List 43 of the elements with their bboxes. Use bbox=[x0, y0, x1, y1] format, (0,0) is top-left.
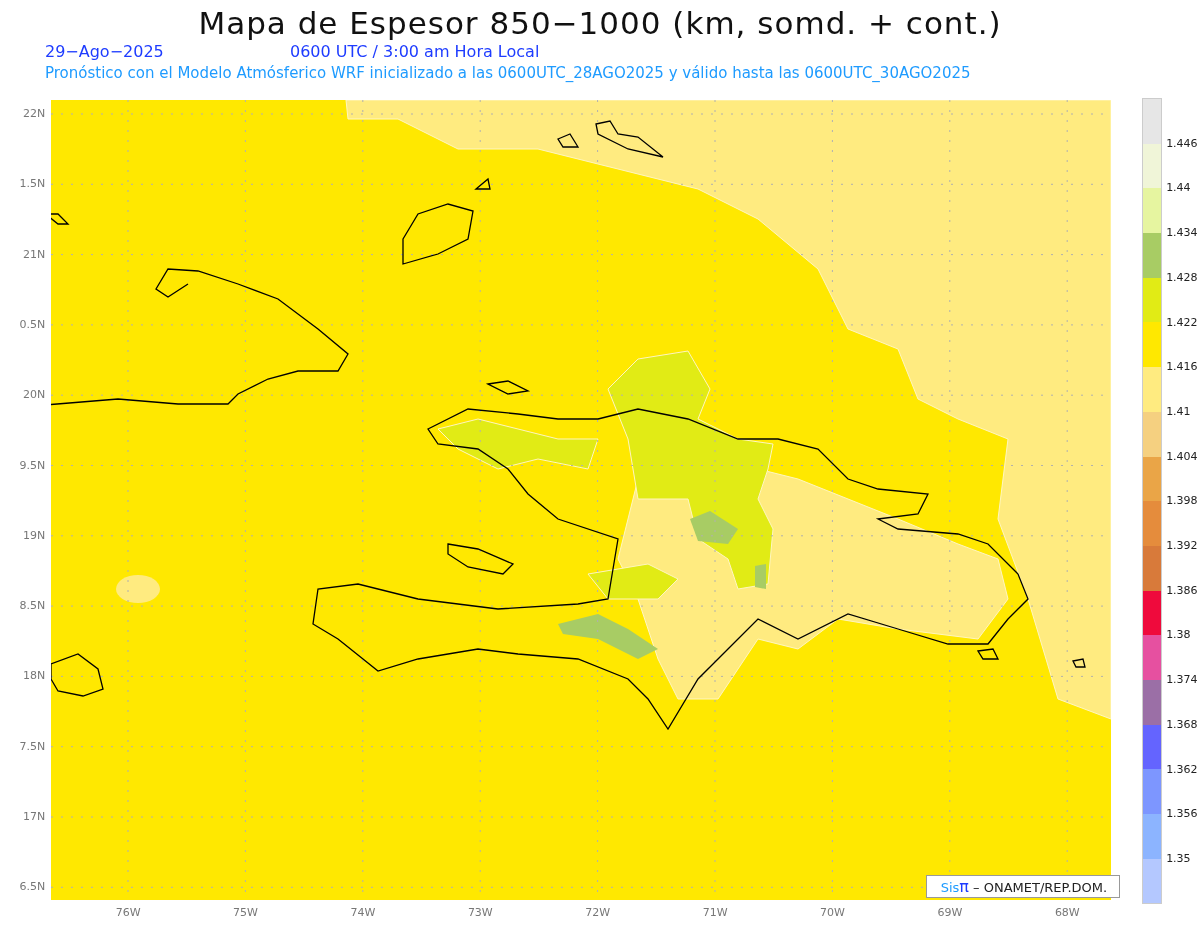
scale-label: 1.446 bbox=[1166, 136, 1198, 151]
scale-label: 1.368 bbox=[1166, 717, 1198, 732]
scale-label: 1.374 bbox=[1166, 673, 1198, 688]
longitude-label: 70W bbox=[819, 906, 846, 919]
longitude-label: 72W bbox=[584, 906, 612, 919]
latitude-label: 6.5N bbox=[19, 880, 46, 895]
latitude-label: 21N bbox=[22, 247, 46, 262]
latitude-label: 19N bbox=[22, 528, 46, 543]
map-title: Mapa de Espesor 850−1000 (km, somd. + cont.) bbox=[197, 4, 1003, 42]
scale-label: 1.38 bbox=[1166, 628, 1191, 643]
latitude-label: 22N bbox=[22, 107, 46, 121]
scale-label: 1.422 bbox=[1166, 315, 1198, 330]
longitude-label: 69W bbox=[936, 906, 964, 919]
scale-label: 1.362 bbox=[1166, 762, 1198, 777]
time-label: 0600 UTC / 3:00 am Hora Local bbox=[290, 42, 540, 62]
longitude-label: 76W bbox=[114, 906, 142, 919]
scale-label: 1.434 bbox=[1166, 226, 1198, 241]
longitude-label: 75W bbox=[232, 906, 259, 919]
credit-label: Sisπ – ONAMET/REP.DOM. bbox=[925, 875, 1121, 898]
scale-label: 1.44 bbox=[1166, 181, 1191, 196]
latitude-label: 9.5N bbox=[19, 458, 46, 473]
scale-label: 1.416 bbox=[1166, 360, 1198, 375]
scale-label: 1.428 bbox=[1166, 270, 1198, 285]
date-label: 29−Ago−2025 bbox=[45, 42, 165, 62]
scale-label: 1.386 bbox=[1166, 583, 1198, 598]
longitude-label: 71W bbox=[701, 906, 729, 919]
scale-label: 1.35 bbox=[1166, 851, 1191, 866]
latitude-label: 1.5N bbox=[19, 177, 46, 192]
latitude-label: 17N bbox=[22, 810, 46, 824]
latitude-label: 8.5N bbox=[19, 599, 46, 614]
forecast-description: Pronóstico con el Modelo Atmósferico WRF inicializado a las 0600UTC_28AGO2025 y válido hasta las 0600UTC_30AGO2025 bbox=[44, 63, 972, 84]
scale-label: 1.398 bbox=[1166, 494, 1198, 509]
longitude-label: 73W bbox=[466, 906, 494, 919]
latitude-label: 0.5N bbox=[19, 317, 46, 332]
latitude-label: 20N bbox=[22, 388, 46, 403]
scale-label: 1.392 bbox=[1166, 539, 1198, 553]
latitude-label: 7.5N bbox=[19, 739, 46, 754]
longitude-label: 74W bbox=[349, 906, 377, 919]
scale-label: 1.404 bbox=[1166, 449, 1198, 464]
scale-label: 1.356 bbox=[1166, 807, 1198, 822]
scale-label: 1.41 bbox=[1166, 404, 1191, 419]
longitude-label: 68W bbox=[1053, 906, 1081, 919]
latitude-label: 18N bbox=[22, 669, 46, 684]
